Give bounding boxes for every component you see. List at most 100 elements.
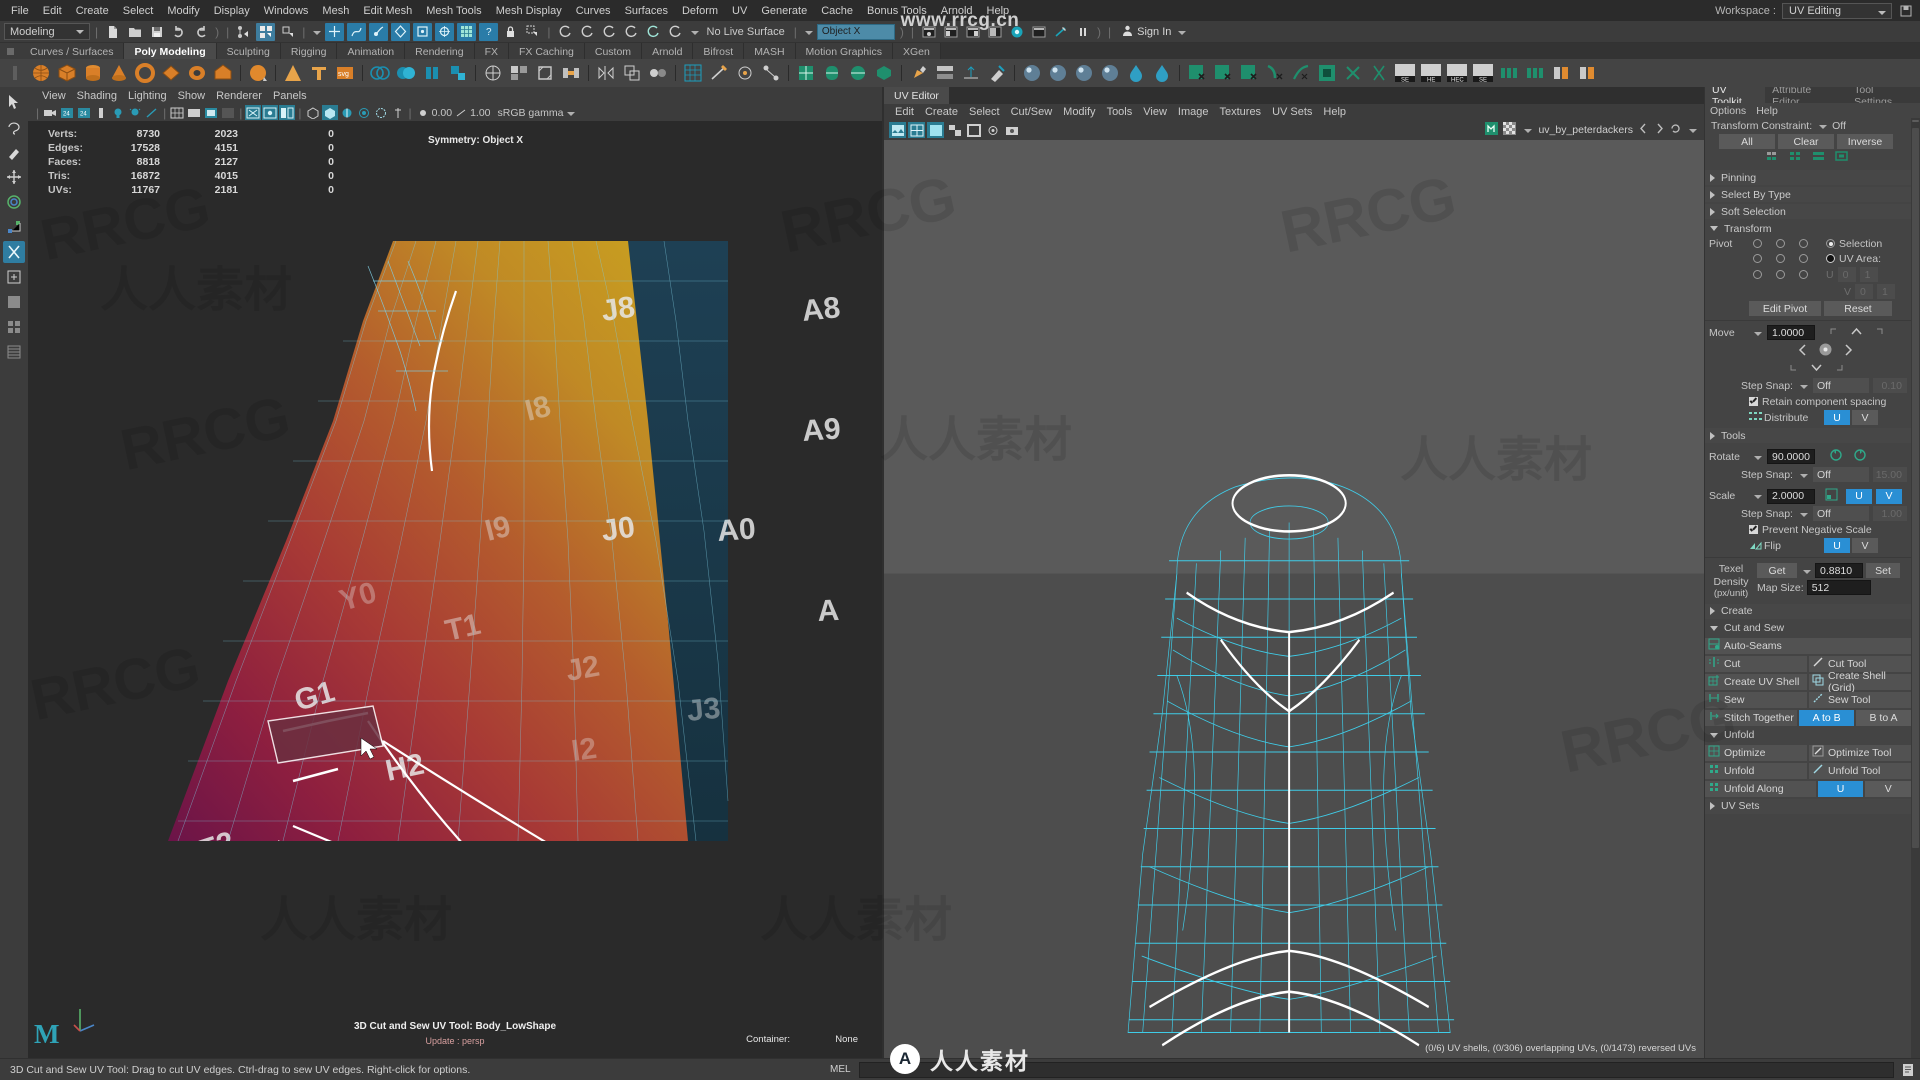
rotate-step-snap-chevron-icon[interactable] [1797,469,1809,481]
rotate-tool-icon[interactable] [3,191,25,213]
move-nudge-up-right-icon[interactable] [1873,326,1884,340]
scale-u-button[interactable]: U [1846,488,1872,504]
uv-orient-1-icon[interactable] [1549,61,1573,85]
redo-icon[interactable] [191,23,210,41]
menu-set-dropdown[interactable]: Modeling [4,23,90,40]
pivot-mc-radio[interactable] [1776,254,1785,263]
move-nudge-left-icon[interactable] [1797,343,1808,359]
unfold-button[interactable]: Unfold [1705,762,1807,779]
shelf-tab-motion-graphics[interactable]: Motion Graphics [795,43,893,59]
flip-v-button[interactable]: V [1852,538,1878,553]
connect-icon[interactable] [759,61,783,85]
shelf-tab-poly-modeling[interactable]: Poly Modeling [124,43,217,59]
shelf-tab-mash[interactable]: MASH [744,43,796,59]
viewport-menu-renderer[interactable]: Renderer [216,90,262,102]
ipr-render-icon[interactable] [578,23,597,41]
pivot-tl-radio[interactable] [1753,239,1762,248]
menu-surfaces[interactable]: Surfaces [618,3,675,19]
uv-spherical-icon[interactable] [846,61,870,85]
uv-shell-icon[interactable] [1315,61,1339,85]
optimize-tool-button[interactable]: Optimize Tool [1809,744,1911,761]
two-sided-lighting-icon[interactable]: 24 [59,105,75,120]
snap-options-chevron-icon[interactable] [310,26,322,38]
film-gate-icon[interactable]: 24 [76,105,92,120]
uv-menu-view[interactable]: View [1143,106,1167,118]
pause-playback-icon[interactable] [1073,23,1092,41]
menu-create[interactable]: Create [69,3,116,19]
rotate-cw-icon[interactable] [1853,448,1867,465]
smooth-shade-icon[interactable] [186,105,202,120]
pivot-ml-radio[interactable] [1753,254,1762,263]
motion-blur-icon[interactable] [390,105,406,120]
display-textures-icon[interactable] [305,105,321,120]
unfold-tool-button[interactable]: Unfold Tool [1809,762,1911,779]
uv-view-chevron-icon[interactable] [1686,124,1698,136]
scale-step-snap-number[interactable]: 1.00 [1872,506,1907,521]
unfold-along-button[interactable]: Unfold Along [1705,780,1816,797]
render-current-frame-icon[interactable] [556,23,575,41]
uv-orient-2-icon[interactable] [1575,61,1599,85]
separate-icon[interactable] [420,61,444,85]
uv-snapshot-hec-icon[interactable]: HEC [1445,61,1469,85]
rotate-chevron-icon[interactable] [1751,451,1763,463]
move-nudge-down-left-icon[interactable] [1789,362,1800,376]
sew-tool-button[interactable]: Sew Tool [1809,691,1911,708]
gamma-icon[interactable] [453,105,469,120]
lighting-all-icon[interactable] [127,105,143,120]
uv-cylindrical-icon[interactable] [820,61,844,85]
menu-select[interactable]: Select [116,3,161,19]
uv-editor-canvas[interactable]: (0/6) UV shells, (0/306) overlapping UVs… [884,140,1704,1058]
gamma-value[interactable]: 1.00 [470,107,490,119]
paint-select-tool-icon[interactable] [3,141,25,163]
svg-import-icon[interactable]: svg [333,61,357,85]
face-component-icon[interactable] [1835,151,1850,167]
auto-seams-button[interactable]: Auto-Seams [1705,637,1911,654]
scale-step-snap-chevron-icon[interactable] [1797,508,1809,520]
command-language-label[interactable]: MEL [830,1064,853,1075]
select-by-component-icon[interactable] [278,23,297,41]
create-shell-grid-button[interactable]: Create Shell (Grid) [1809,670,1911,694]
scale-pivot-icon[interactable] [1825,488,1838,504]
boolean-icon[interactable] [368,61,392,85]
workspace-save-icon[interactable] [1898,3,1914,19]
xray-icon[interactable] [245,105,262,120]
normals-icon[interactable] [959,61,983,85]
exposure-icon[interactable] [415,105,431,120]
render-settings-icon[interactable] [600,23,619,41]
texel-set-button[interactable]: Set [1866,563,1900,578]
rotate-step-snap-value[interactable]: Off [1812,467,1869,482]
uv-distribute-2-icon[interactable] [1523,61,1547,85]
uv-texture-prev-icon[interactable] [1638,123,1649,137]
section-select-by-type[interactable]: Select By Type [1705,187,1911,202]
transfer-attributes-icon[interactable] [646,61,670,85]
camera-attributes-icon[interactable] [42,105,58,120]
menu-windows[interactable]: Windows [257,3,316,19]
uv-snapshot-icon[interactable] [1003,122,1020,138]
poly-pipe-icon[interactable] [185,61,209,85]
resolution-gate-icon[interactable] [93,105,109,120]
pivot-mr-radio[interactable] [1799,254,1808,263]
viewport-3d-canvas[interactable]: J8 A8 A9 A0 J0 A I8 I9 J2 J3 I2 G1 H2 I3 [28,121,882,1058]
distribute-v-button[interactable]: V [1852,410,1878,425]
move-nudge-up-left-icon[interactable] [1829,326,1840,340]
tab-uv-toolkit[interactable]: UV Toolkit [1705,84,1766,108]
numeric-input-field[interactable]: Object X [816,23,895,40]
shelf-tab-rigging[interactable]: Rigging [280,43,338,59]
select-all-button[interactable]: All [1719,134,1775,149]
cache-edit-icon[interactable] [1051,23,1070,41]
color-space-chevron-icon[interactable] [564,107,576,119]
mirror-icon[interactable] [594,61,618,85]
layout-four-view-icon[interactable] [3,316,25,338]
scale-tool-icon[interactable] [3,216,25,238]
move-step-snap-number[interactable]: 0.10 [1872,378,1907,393]
uv-menu-help[interactable]: Help [1323,106,1346,118]
select-tool-icon[interactable] [3,91,25,113]
menu-generate[interactable]: Generate [754,3,814,19]
xray-joints-icon[interactable] [262,105,279,120]
exposure-value[interactable]: 0.00 [432,107,452,119]
rotate-ccw-icon[interactable] [1829,448,1843,465]
scale-value-field[interactable]: 2.0000 [1767,488,1815,504]
render-view-icon[interactable] [622,23,641,41]
sign-in-chevron-icon[interactable] [1175,26,1187,38]
optimize-button[interactable]: Optimize [1705,744,1807,761]
